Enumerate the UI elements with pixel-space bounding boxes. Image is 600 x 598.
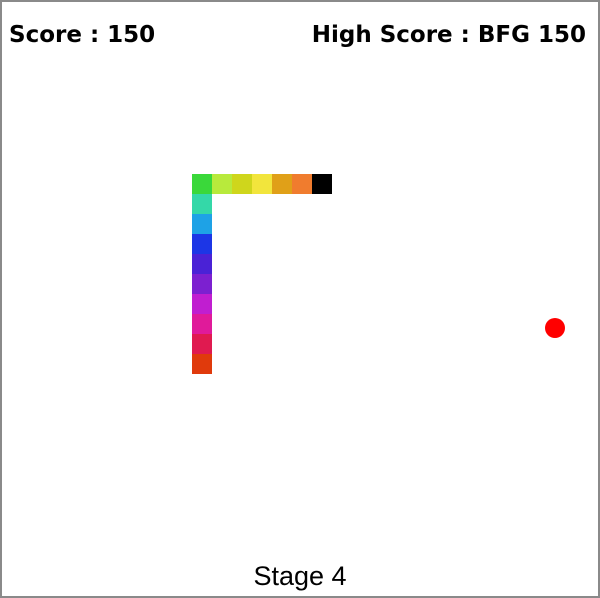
- snake-segment: [192, 214, 212, 234]
- snake-segment: [192, 334, 212, 354]
- snake-segment: [192, 274, 212, 294]
- game-board[interactable]: Score : 150 High Score : BFG 150 Stage 4: [0, 0, 600, 598]
- stage-label: Stage 4: [253, 561, 347, 591]
- snake-segment: [192, 294, 212, 314]
- snake-segment: [192, 234, 212, 254]
- snake-segment: [192, 254, 212, 274]
- snake-segment: [292, 174, 312, 194]
- snake-segment: [252, 174, 272, 194]
- playfield: [2, 2, 598, 596]
- snake-head: [312, 174, 332, 194]
- snake-segment: [192, 314, 212, 334]
- snake-segment: [232, 174, 252, 194]
- snake-segment: [212, 174, 232, 194]
- snake-segment: [192, 194, 212, 214]
- food-dot: [545, 318, 565, 338]
- snake-segment: [192, 174, 212, 194]
- snake-segment: [192, 354, 212, 374]
- snake-segment: [272, 174, 292, 194]
